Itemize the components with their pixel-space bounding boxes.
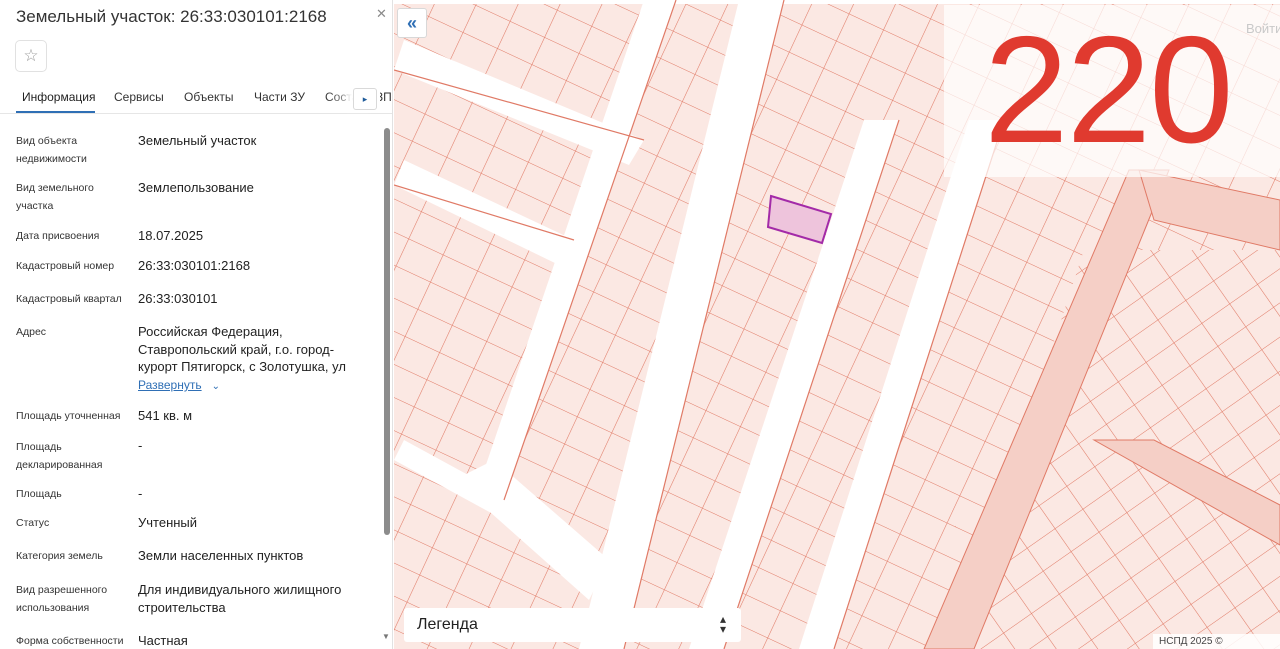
collapse-panel-button[interactable]: « [397,8,427,38]
field-value: Земли населенных пунктов [138,548,304,563]
field-label: Кадастровый квартал [16,293,122,305]
field-label: Площадь декларированная [16,441,103,471]
info-panel: Земельный участок: 26:33:030101:2168 ✕ ☆… [0,0,393,649]
scrollbar-thumb[interactable] [384,128,390,535]
field-value: - [138,486,143,501]
legend-dropdown[interactable]: Легенда ▴ ▾ [404,608,741,642]
expand-label: Развернуть [138,378,202,392]
field-value: Земельный участок [138,133,257,148]
field-label: Статус [16,517,50,529]
legend-label: Легенда [417,616,478,633]
address-value: Российская Федерация, Ставропольский кра… [138,324,346,374]
status-value: Учтенный [138,515,198,530]
field-label: Кадастровый номер [16,260,115,272]
field-value: Землепользование [138,180,254,195]
login-button[interactable]: Войти [1246,21,1280,36]
field-value: - [138,438,143,453]
cadastral-number-value: 26:33:030101:2168 [138,258,251,273]
field-label: Вид земельного участка [16,182,94,212]
field-value: 541 кв. м [138,408,193,423]
field-label: Площадь уточненная [16,410,121,422]
field-label: Форма собственности [16,635,124,647]
expand-address-link[interactable]: Развернуть ⌄ [138,378,220,392]
field-label: Площадь [16,488,62,500]
updown-chevron-icon: ▴ ▾ [719,612,726,636]
field-value: 26:33:030101 [138,291,218,306]
chevron-down-icon: ⌄ [211,381,220,392]
field-label: Дата присвоения [16,230,100,242]
scroll-down-icon[interactable]: ▼ [382,632,390,641]
double-chevron-left-icon: « [406,13,417,33]
attribute-list: Вид объекта недвижимости Земельный участ… [0,0,380,649]
copyright-label: НСПД 2025 © [1153,634,1280,649]
field-label: Вид объекта недвижимости [16,135,87,165]
field-value: Частная [138,633,188,648]
field-value: Для индивидуального жилищного строительс… [138,582,342,615]
field-label: Вид разрешенного использования [16,584,108,614]
overlay-number: 220 [984,5,1234,175]
field-label: Категория земель [16,550,103,562]
field-value: 18.07.2025 [138,228,204,243]
field-label: Адрес [16,326,47,338]
